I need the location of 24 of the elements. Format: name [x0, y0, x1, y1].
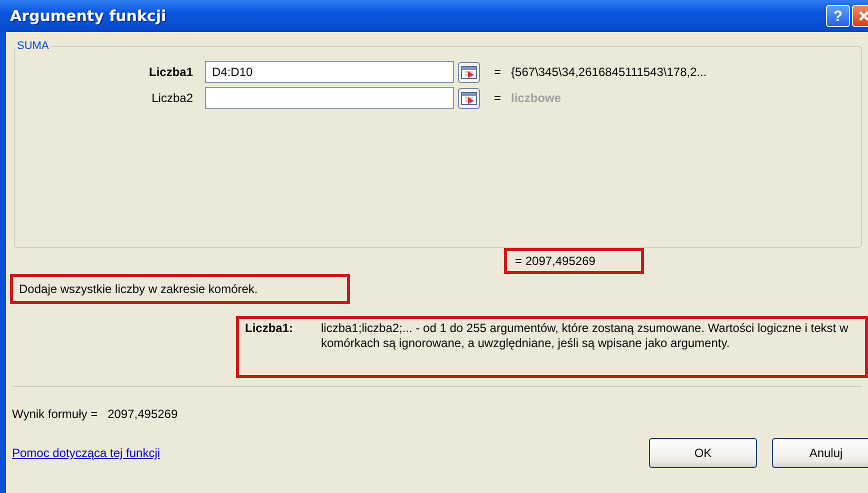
argument-value: liczbowe	[511, 91, 562, 105]
ok-button[interactable]: OK	[649, 438, 757, 468]
close-icon	[858, 10, 868, 22]
help-link[interactable]: Pomoc dotycząca tej funkcji	[12, 446, 160, 460]
window-title: Argumenty funkcji	[10, 7, 166, 25]
range-select-icon	[461, 92, 477, 104]
argument-label: Liczba1	[148, 65, 194, 79]
function-result: = 2097,495269	[504, 248, 644, 274]
equals-sign: =	[493, 91, 502, 105]
range-select-icon	[461, 66, 477, 78]
formula-result-label: Wynik formuły =	[12, 407, 98, 421]
argument-field[interactable]: D4:D10	[205, 61, 454, 83]
argument-help-text: liczba1;liczba2;... - od 1 do 255 argumentów, które zostaną zsumowane. Wartości logiczne i tekst w komórkach są ignorowane, a uwzględniane, jeśli są wpisane jako argumenty.	[321, 321, 850, 352]
formula-result-value: 2097,495269	[108, 407, 178, 421]
argument-label: Liczba2	[150, 91, 194, 105]
argument-help-label: Liczba1:	[245, 321, 294, 337]
equals-sign: =	[493, 65, 502, 79]
range-select-button[interactable]	[458, 62, 480, 82]
argument-field[interactable]	[205, 87, 454, 109]
range-select-button[interactable]	[458, 88, 480, 108]
function-description: Dodaje wszystkie liczby w zakresie komórek.	[10, 274, 350, 304]
function-name: SUMA	[16, 40, 50, 52]
cancel-button[interactable]: Anuluj	[772, 438, 868, 468]
argument-value: {567\345\34,2616845111543\178,2...	[511, 65, 707, 79]
